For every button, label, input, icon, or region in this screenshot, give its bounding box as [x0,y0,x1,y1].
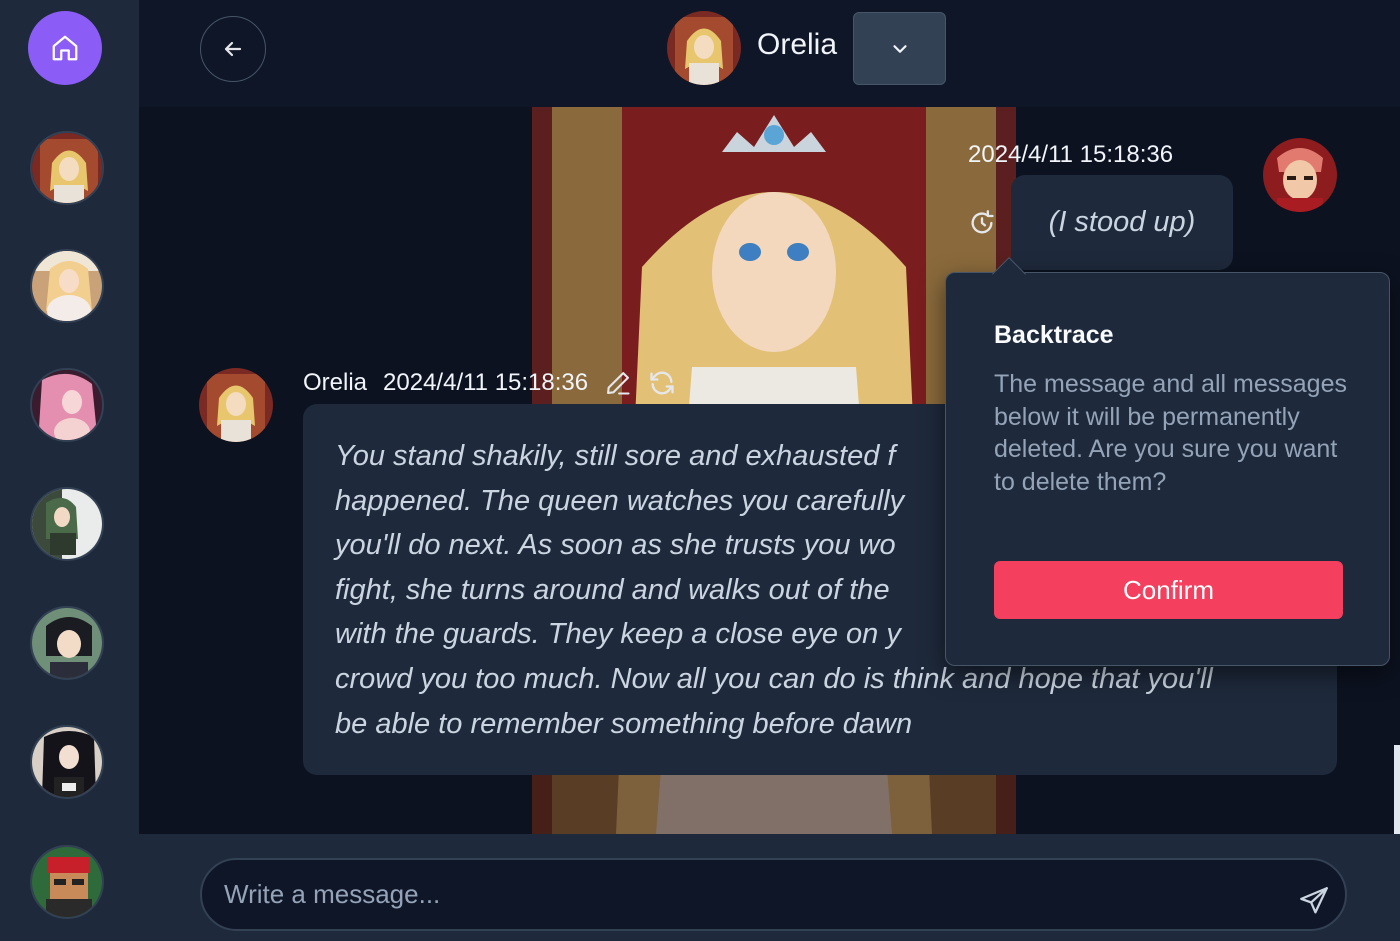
message-input[interactable] [224,860,1274,929]
confirm-button[interactable]: Confirm [994,561,1343,619]
chevron-down-icon [892,44,907,53]
home-icon [52,35,78,61]
popover-description: The message and all messages below it wi… [994,370,1347,496]
sidebar [0,0,139,941]
sidebar-character-4[interactable] [30,487,104,561]
composer-bar [139,834,1400,941]
backtrace-icon[interactable] [968,209,996,237]
bot-message-name: Orelia [303,369,368,396]
sidebar-character-3[interactable] [30,368,104,442]
user-message-bubble: (I stood up) [1011,175,1233,270]
arrow-left-icon [224,41,242,57]
back-button[interactable] [200,16,266,82]
sidebar-character-6[interactable] [30,725,104,799]
home-button[interactable] [28,11,102,85]
message-input-wrapper [200,858,1347,931]
bot-message-meta: Orelia 2024/4/11 15:18:36 [303,369,676,397]
sidebar-character-1[interactable] [30,131,104,205]
bot-avatar [199,368,273,442]
character-menu-button[interactable] [853,12,946,85]
character-name: Orelia [757,28,838,61]
sidebar-character-2[interactable] [30,249,104,323]
sidebar-character-5[interactable] [30,606,104,680]
bot-message-line: be able to remember something before daw… [335,707,913,740]
user-message-timestamp: 2024/4/11 15:18:36 [968,141,1174,168]
user-avatar [1263,138,1337,212]
character-avatar[interactable] [667,11,741,85]
backtrace-popover: Backtrace The message and all messages b… [945,257,1390,666]
bot-message-timestamp: 2024/4/11 15:18:36 [383,369,589,396]
chat-header: Orelia [139,0,1400,107]
popover-title: Backtrace [994,321,1114,349]
scrollbar-thumb[interactable] [1394,745,1400,835]
regenerate-icon[interactable] [648,369,676,397]
sidebar-character-7[interactable] [30,845,104,919]
send-icon[interactable] [1297,884,1331,918]
edit-icon[interactable] [604,369,632,397]
